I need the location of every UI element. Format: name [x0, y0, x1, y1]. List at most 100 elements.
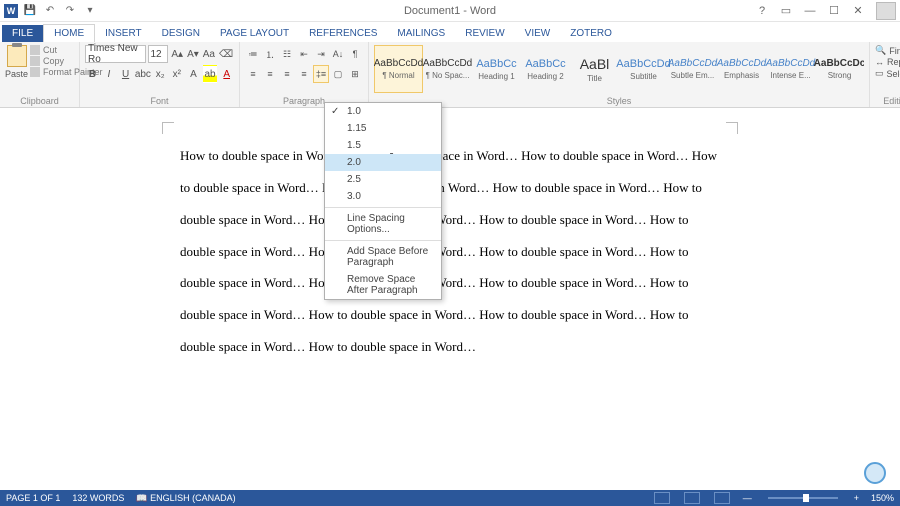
bold-button[interactable]: B [85, 65, 100, 83]
tab-review[interactable]: REVIEW [455, 25, 514, 42]
bullets-button[interactable]: ≔ [245, 45, 261, 63]
editing-group: 🔍 Find ↔ Replace ▭ Select Editing [870, 42, 900, 107]
font-color-button[interactable]: A [219, 65, 234, 83]
align-left-button[interactable]: ≡ [245, 65, 261, 83]
font-family-combo[interactable]: Times New Ro [85, 45, 146, 63]
increase-indent-button[interactable]: ⇥ [313, 45, 329, 63]
tab-page-layout[interactable]: PAGE LAYOUT [210, 25, 299, 42]
styles-gallery[interactable]: AaBbCcDd¶ NormalAaBbCcDd¶ No Spac...AaBb… [374, 45, 864, 93]
font-group-label: Font [85, 94, 234, 106]
ribbon-display-button[interactable]: ▭ [776, 4, 796, 17]
word-count[interactable]: 132 WORDS [72, 493, 124, 503]
window-title: Document1 - Word [404, 5, 496, 17]
minimize-button[interactable]: — [800, 5, 820, 17]
help-button[interactable]: ? [752, 5, 772, 17]
justify-button[interactable]: ≡ [296, 65, 312, 83]
read-mode-button[interactable] [654, 492, 670, 504]
font-size-combo[interactable]: 12 [148, 45, 169, 63]
line-spacing-menu: ↖ 1.01.151.52.02.53.0Line Spacing Option… [324, 102, 442, 300]
style--no-spac-[interactable]: AaBbCcDd¶ No Spac... [423, 45, 472, 93]
page-indicator[interactable]: PAGE 1 OF 1 [6, 493, 60, 503]
align-center-button[interactable]: ≡ [262, 65, 278, 83]
style-title[interactable]: AaBlTitle [570, 45, 619, 93]
style-subtitle[interactable]: AaBbCcDdSubtitle [619, 45, 668, 93]
tab-insert[interactable]: INSERT [95, 25, 152, 42]
text-effects-button[interactable]: A [186, 65, 201, 83]
line-spacing-option-1-15[interactable]: 1.15 [325, 120, 441, 137]
change-case-button[interactable]: Aa [202, 45, 216, 63]
add-space-before[interactable]: Add Space Before Paragraph [325, 243, 441, 271]
clipboard-icon [7, 45, 27, 67]
user-avatar[interactable] [876, 2, 896, 20]
editing-group-label: Editing [875, 94, 900, 106]
line-spacing-option-2-5[interactable]: 2.5 [325, 171, 441, 188]
scissors-icon [30, 45, 40, 55]
web-layout-button[interactable] [714, 492, 730, 504]
paste-button[interactable]: Paste [5, 45, 28, 94]
tab-references[interactable]: REFERENCES [299, 25, 387, 42]
tab-zotero[interactable]: ZOTERO [560, 25, 622, 42]
language-indicator[interactable]: 📖 ENGLISH (CANADA) [136, 493, 235, 504]
word-app-icon: W [4, 4, 18, 18]
style-heading-2[interactable]: AaBbCcHeading 2 [521, 45, 570, 93]
highlight-button[interactable]: ab [203, 65, 218, 83]
zoom-level[interactable]: 150% [871, 493, 894, 503]
tab-home[interactable]: HOME [43, 24, 95, 42]
brush-icon [30, 67, 40, 77]
style-heading-1[interactable]: AaBbCcHeading 1 [472, 45, 521, 93]
style-intense-e-[interactable]: AaBbCcDdIntense E... [766, 45, 815, 93]
document-body-text[interactable]: How to double space in Word… How to doub… [180, 140, 720, 363]
close-button[interactable]: ✕ [848, 4, 868, 17]
sort-button[interactable]: A↓ [330, 45, 346, 63]
line-spacing-button[interactable]: ‡≡ [313, 65, 329, 83]
style-strong[interactable]: AaBbCcDcStrong [815, 45, 864, 93]
clipboard-group-label: Clipboard [5, 94, 74, 106]
shrink-font-button[interactable]: A▾ [186, 45, 200, 63]
line-spacing-option-1-5[interactable]: 1.5 [325, 137, 441, 154]
styles-group-label: Styles [374, 94, 864, 106]
title-bar: W 💾 ↶ ↷ ▾ Document1 - Word ? ▭ — ☐ ✕ [0, 0, 900, 22]
strikethrough-button[interactable]: abc [135, 65, 151, 83]
print-layout-button[interactable] [684, 492, 700, 504]
grow-font-button[interactable]: A▴ [170, 45, 184, 63]
multilevel-list-button[interactable]: ☷ [279, 45, 295, 63]
line-spacing-option-3-0[interactable]: 3.0 [325, 188, 441, 205]
tab-mailings[interactable]: MAILINGS [387, 25, 455, 42]
style--normal[interactable]: AaBbCcDd¶ Normal [374, 45, 423, 93]
select-button[interactable]: ▭ Select [875, 68, 900, 79]
decrease-indent-button[interactable]: ⇤ [296, 45, 312, 63]
copy-icon [30, 56, 40, 66]
line-spacing-option-1-0[interactable]: 1.0 [325, 103, 441, 120]
style-subtle-em-[interactable]: AaBbCcDdSubtle Em... [668, 45, 717, 93]
zoom-out-button[interactable]: — [743, 493, 752, 503]
align-right-button[interactable]: ≡ [279, 65, 295, 83]
line-spacing-option-2-0[interactable]: 2.0 [325, 154, 441, 171]
tab-file[interactable]: FILE [2, 25, 43, 42]
italic-button[interactable]: I [102, 65, 117, 83]
quick-access-toolbar: W 💾 ↶ ↷ ▾ [0, 3, 98, 19]
zoom-slider[interactable] [768, 497, 838, 499]
save-button[interactable]: 💾 [22, 3, 38, 19]
borders-button[interactable]: ⊞ [347, 65, 363, 83]
redo-button[interactable]: ↷ [62, 3, 78, 19]
numbering-button[interactable]: ⒈ [262, 45, 278, 63]
line-spacing-options[interactable]: Line Spacing Options... [325, 210, 441, 238]
superscript-button[interactable]: x² [170, 65, 185, 83]
ribbon-tabs: FILEHOMEINSERTDESIGNPAGE LAYOUTREFERENCE… [0, 22, 900, 42]
shading-button[interactable]: ▢ [330, 65, 346, 83]
underline-button[interactable]: U [118, 65, 133, 83]
maximize-button[interactable]: ☐ [824, 4, 844, 17]
tab-view[interactable]: VIEW [515, 25, 561, 42]
undo-button[interactable]: ↶ [42, 3, 58, 19]
zoom-in-button[interactable]: + [854, 493, 859, 503]
tab-design[interactable]: DESIGN [152, 25, 210, 42]
subscript-button[interactable]: x₂ [153, 65, 168, 83]
replace-button[interactable]: ↔ Replace [875, 57, 900, 67]
clear-formatting-button[interactable]: ⌫ [218, 45, 234, 63]
find-button[interactable]: 🔍 Find [875, 45, 900, 56]
show-marks-button[interactable]: ¶ [347, 45, 363, 63]
style-emphasis[interactable]: AaBbCcDdEmphasis [717, 45, 766, 93]
qat-customize-icon[interactable]: ▾ [82, 3, 98, 19]
document-page[interactable]: How to double space in Word… How to doub… [130, 110, 770, 490]
remove-space-after[interactable]: Remove Space After Paragraph [325, 271, 441, 299]
